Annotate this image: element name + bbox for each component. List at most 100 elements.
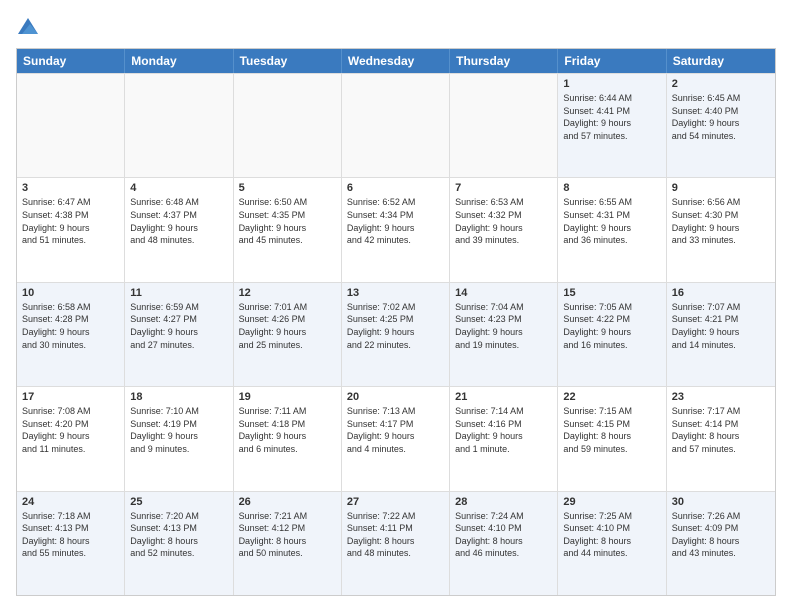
cell-info-text: Sunrise: 6:50 AM Sunset: 4:35 PM Dayligh… (239, 196, 336, 246)
day-number: 21 (455, 391, 552, 403)
cell-info-text: Sunrise: 7:10 AM Sunset: 4:19 PM Dayligh… (130, 405, 227, 455)
calendar-cell-day-25: 25 Sunrise: 7:20 AM Sunset: 4:13 PM Dayli… (125, 492, 233, 595)
cell-info-text: Sunrise: 7:17 AM Sunset: 4:14 PM Dayligh… (672, 405, 770, 455)
calendar-cell-day-15: 15 Sunrise: 7:05 AM Sunset: 4:22 PM Dayli… (558, 283, 666, 386)
calendar-cell-day-6: 6 Sunrise: 6:52 AM Sunset: 4:34 PM Daylig… (342, 178, 450, 281)
calendar-cell-day-18: 18 Sunrise: 7:10 AM Sunset: 4:19 PM Dayli… (125, 387, 233, 490)
day-number: 16 (672, 287, 770, 299)
day-number: 15 (563, 287, 660, 299)
day-number: 22 (563, 391, 660, 403)
cell-info-text: Sunrise: 6:53 AM Sunset: 4:32 PM Dayligh… (455, 196, 552, 246)
day-number: 9 (672, 182, 770, 194)
day-number: 8 (563, 182, 660, 194)
day-number: 17 (22, 391, 119, 403)
day-number: 4 (130, 182, 227, 194)
calendar-body: 1 Sunrise: 6:44 AM Sunset: 4:41 PM Daylig… (17, 73, 775, 595)
cell-info-text: Sunrise: 6:44 AM Sunset: 4:41 PM Dayligh… (563, 92, 660, 142)
logo (16, 16, 44, 40)
day-number: 27 (347, 496, 444, 508)
day-number: 20 (347, 391, 444, 403)
day-number: 25 (130, 496, 227, 508)
calendar-row-3: 17 Sunrise: 7:08 AM Sunset: 4:20 PM Dayli… (17, 386, 775, 490)
day-number: 2 (672, 78, 770, 90)
cell-info-text: Sunrise: 7:04 AM Sunset: 4:23 PM Dayligh… (455, 301, 552, 351)
calendar-cell-day-13: 13 Sunrise: 7:02 AM Sunset: 4:25 PM Dayli… (342, 283, 450, 386)
calendar-cell-day-16: 16Sunrise: 7:07 AM Sunset: 4:21 PM Dayli… (667, 283, 775, 386)
day-number: 1 (563, 78, 660, 90)
day-number: 12 (239, 287, 336, 299)
day-number: 24 (22, 496, 119, 508)
calendar-cell-day-28: 28 Sunrise: 7:24 AM Sunset: 4:10 PM Dayli… (450, 492, 558, 595)
cell-info-text: Sunrise: 6:56 AM Sunset: 4:30 PM Dayligh… (672, 196, 770, 246)
cell-info-text: Sunrise: 6:45 AM Sunset: 4:40 PM Dayligh… (672, 92, 770, 142)
cell-info-text: Sunrise: 7:22 AM Sunset: 4:11 PM Dayligh… (347, 510, 444, 560)
calendar-cell-day-19: 19 Sunrise: 7:11 AM Sunset: 4:18 PM Dayli… (234, 387, 342, 490)
day-number: 5 (239, 182, 336, 194)
calendar-cell-day-1: 1 Sunrise: 6:44 AM Sunset: 4:41 PM Daylig… (558, 74, 666, 177)
cell-info-text: Sunrise: 6:59 AM Sunset: 4:27 PM Dayligh… (130, 301, 227, 351)
calendar-cell-day-22: 22 Sunrise: 7:15 AM Sunset: 4:15 PM Dayli… (558, 387, 666, 490)
day-number: 6 (347, 182, 444, 194)
cell-info-text: Sunrise: 7:24 AM Sunset: 4:10 PM Dayligh… (455, 510, 552, 560)
day-number: 10 (22, 287, 119, 299)
calendar-cell-empty (17, 74, 125, 177)
header (16, 16, 776, 40)
calendar-cell-day-17: 17 Sunrise: 7:08 AM Sunset: 4:20 PM Dayli… (17, 387, 125, 490)
cell-info-text: Sunrise: 7:26 AM Sunset: 4:09 PM Dayligh… (672, 510, 770, 560)
calendar-row-0: 1 Sunrise: 6:44 AM Sunset: 4:41 PM Daylig… (17, 73, 775, 177)
calendar-cell-empty (125, 74, 233, 177)
calendar-row-4: 24 Sunrise: 7:18 AM Sunset: 4:13 PM Dayli… (17, 491, 775, 595)
calendar-cell-day-30: 30 Sunrise: 7:26 AM Sunset: 4:09 PM Dayli… (667, 492, 775, 595)
calendar-cell-day-7: 7Sunrise: 6:53 AM Sunset: 4:32 PM Daylig… (450, 178, 558, 281)
day-number: 3 (22, 182, 119, 194)
calendar-cell-day-26: 26 Sunrise: 7:21 AM Sunset: 4:12 PM Dayli… (234, 492, 342, 595)
calendar-cell-day-29: 29Sunrise: 7:25 AM Sunset: 4:10 PM Dayli… (558, 492, 666, 595)
calendar-cell-empty (342, 74, 450, 177)
calendar-header: SundayMondayTuesdayWednesdayThursdayFrid… (17, 49, 775, 73)
cell-info-text: Sunrise: 6:47 AM Sunset: 4:38 PM Dayligh… (22, 196, 119, 246)
cell-info-text: Sunrise: 7:05 AM Sunset: 4:22 PM Dayligh… (563, 301, 660, 351)
day-number: 13 (347, 287, 444, 299)
calendar-cell-empty (450, 74, 558, 177)
header-day-monday: Monday (125, 49, 233, 73)
header-day-tuesday: Tuesday (234, 49, 342, 73)
day-number: 28 (455, 496, 552, 508)
calendar-cell-day-11: 11 Sunrise: 6:59 AM Sunset: 4:27 PM Dayli… (125, 283, 233, 386)
day-number: 26 (239, 496, 336, 508)
cell-info-text: Sunrise: 7:21 AM Sunset: 4:12 PM Dayligh… (239, 510, 336, 560)
cell-info-text: Sunrise: 7:15 AM Sunset: 4:15 PM Dayligh… (563, 405, 660, 455)
header-day-wednesday: Wednesday (342, 49, 450, 73)
cell-info-text: Sunrise: 7:18 AM Sunset: 4:13 PM Dayligh… (22, 510, 119, 560)
calendar-cell-day-27: 27 Sunrise: 7:22 AM Sunset: 4:11 PM Dayli… (342, 492, 450, 595)
day-number: 18 (130, 391, 227, 403)
day-number: 14 (455, 287, 552, 299)
cell-info-text: Sunrise: 7:11 AM Sunset: 4:18 PM Dayligh… (239, 405, 336, 455)
day-number: 23 (672, 391, 770, 403)
calendar-cell-day-5: 5 Sunrise: 6:50 AM Sunset: 4:35 PM Daylig… (234, 178, 342, 281)
calendar-row-2: 10Sunrise: 6:58 AM Sunset: 4:28 PM Dayli… (17, 282, 775, 386)
calendar-cell-day-4: 4 Sunrise: 6:48 AM Sunset: 4:37 PM Daylig… (125, 178, 233, 281)
cell-info-text: Sunrise: 7:02 AM Sunset: 4:25 PM Dayligh… (347, 301, 444, 351)
cell-info-text: Sunrise: 7:08 AM Sunset: 4:20 PM Dayligh… (22, 405, 119, 455)
cell-info-text: Sunrise: 6:48 AM Sunset: 4:37 PM Dayligh… (130, 196, 227, 246)
page: SundayMondayTuesdayWednesdayThursdayFrid… (0, 0, 792, 612)
calendar-cell-day-24: 24 Sunrise: 7:18 AM Sunset: 4:13 PM Dayli… (17, 492, 125, 595)
header-day-friday: Friday (558, 49, 666, 73)
day-number: 11 (130, 287, 227, 299)
cell-info-text: Sunrise: 7:20 AM Sunset: 4:13 PM Dayligh… (130, 510, 227, 560)
cell-info-text: Sunrise: 6:52 AM Sunset: 4:34 PM Dayligh… (347, 196, 444, 246)
cell-info-text: Sunrise: 7:14 AM Sunset: 4:16 PM Dayligh… (455, 405, 552, 455)
logo-icon (16, 16, 40, 40)
day-number: 30 (672, 496, 770, 508)
calendar-cell-day-2: 2 Sunrise: 6:45 AM Sunset: 4:40 PM Daylig… (667, 74, 775, 177)
calendar-cell-day-10: 10Sunrise: 6:58 AM Sunset: 4:28 PM Dayli… (17, 283, 125, 386)
cell-info-text: Sunrise: 7:25 AM Sunset: 4:10 PM Dayligh… (563, 510, 660, 560)
calendar-cell-day-23: 23 Sunrise: 7:17 AM Sunset: 4:14 PM Dayli… (667, 387, 775, 490)
calendar-cell-day-20: 20Sunrise: 7:13 AM Sunset: 4:17 PM Dayli… (342, 387, 450, 490)
header-day-sunday: Sunday (17, 49, 125, 73)
calendar-cell-day-8: 8Sunrise: 6:55 AM Sunset: 4:31 PM Daylig… (558, 178, 666, 281)
day-number: 19 (239, 391, 336, 403)
calendar-cell-day-12: 12Sunrise: 7:01 AM Sunset: 4:26 PM Dayli… (234, 283, 342, 386)
calendar-row-1: 3 Sunrise: 6:47 AM Sunset: 4:38 PM Daylig… (17, 177, 775, 281)
calendar-cell-day-14: 14 Sunrise: 7:04 AM Sunset: 4:23 PM Dayli… (450, 283, 558, 386)
